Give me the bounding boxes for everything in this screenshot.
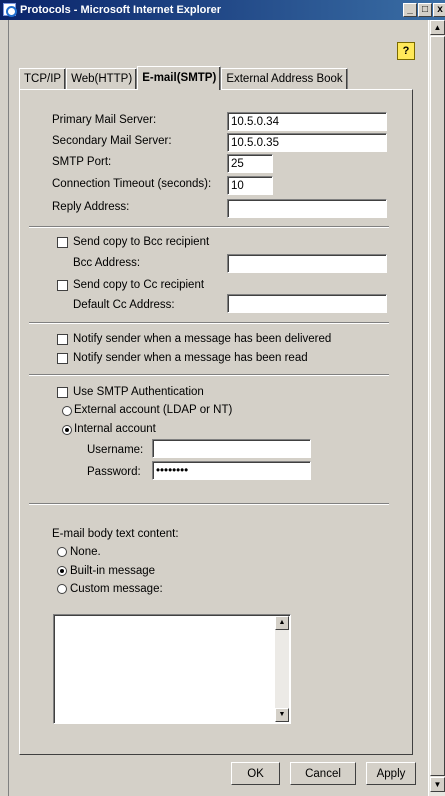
primary-mail-server-input[interactable] (227, 112, 387, 131)
close-button[interactable]: x (433, 3, 445, 17)
cc-copy-checkbox[interactable] (57, 280, 68, 291)
bcc-copy-checkbox[interactable] (57, 237, 68, 248)
password-label: Password: (87, 466, 141, 478)
divider (29, 322, 389, 324)
body-custom-radio[interactable] (57, 584, 67, 594)
bcc-address-input[interactable] (227, 254, 387, 273)
smtp-auth-label: Use SMTP Authentication (73, 386, 204, 398)
external-account-label: External account (LDAP or NT) (74, 404, 233, 416)
bcc-address-label: Bcc Address: (73, 257, 141, 269)
window-frame (0, 20, 9, 796)
connection-timeout-input[interactable] (227, 176, 273, 195)
scroll-down-arrow-icon[interactable]: ▼ (430, 777, 445, 792)
password-input[interactable] (152, 461, 311, 480)
tab-web-http[interactable]: Web(HTTP) (66, 68, 138, 90)
body-builtin-label: Built-in message (70, 565, 156, 577)
smtp-port-label: SMTP Port: (52, 156, 112, 168)
body-custom-label: Custom message: (70, 583, 163, 595)
username-label: Username: (87, 444, 144, 456)
divider (29, 226, 389, 228)
custom-message-textarea[interactable]: ▲ ▼ (53, 614, 291, 724)
apply-button[interactable]: Apply (366, 762, 416, 785)
notify-read-checkbox[interactable] (57, 353, 68, 364)
body-none-label: None. (70, 546, 101, 558)
tab-email-smtp[interactable]: E-mail(SMTP) (137, 66, 222, 90)
page-scrollbar[interactable]: ▲ ▼ (428, 20, 445, 796)
notify-delivered-checkbox[interactable] (57, 334, 68, 345)
body-builtin-radio[interactable] (57, 566, 67, 576)
connection-timeout-label: Connection Timeout (seconds): (52, 178, 212, 190)
minimize-button[interactable]: _ (403, 3, 417, 17)
smtp-auth-checkbox[interactable] (57, 387, 68, 398)
scroll-up-arrow-icon[interactable]: ▲ (275, 616, 289, 630)
cc-copy-label: Send copy to Cc recipient (73, 279, 205, 291)
smtp-port-input[interactable] (227, 154, 273, 173)
cancel-button[interactable]: Cancel (290, 762, 356, 785)
scroll-up-arrow-icon[interactable]: ▲ (430, 20, 445, 35)
default-cc-address-input[interactable] (227, 294, 387, 313)
divider (29, 503, 389, 505)
internal-account-radio[interactable] (62, 425, 72, 435)
scroll-thumb[interactable] (430, 36, 445, 776)
default-cc-address-label: Default Cc Address: (73, 299, 175, 311)
tab-strip: TCP/IP Web(HTTP) E-mail(SMTP) External A… (19, 66, 348, 90)
divider (29, 374, 389, 376)
internet-explorer-icon (3, 3, 17, 17)
secondary-mail-server-input[interactable] (227, 133, 387, 152)
notify-read-label: Notify sender when a message has been re… (73, 352, 308, 364)
internal-account-label: Internal account (74, 423, 156, 435)
reply-address-input[interactable] (227, 199, 387, 218)
tab-tcpip[interactable]: TCP/IP (19, 68, 67, 90)
scroll-down-arrow-icon[interactable]: ▼ (275, 708, 289, 722)
body-none-radio[interactable] (57, 547, 67, 557)
reply-address-label: Reply Address: (52, 201, 130, 213)
tab-external-address-book[interactable]: External Address Book (221, 68, 348, 90)
external-account-radio[interactable] (62, 406, 72, 416)
bcc-copy-label: Send copy to Bcc recipient (73, 236, 210, 248)
help-icon[interactable]: ? (397, 42, 415, 60)
ok-button[interactable]: OK (231, 762, 280, 785)
secondary-mail-server-label: Secondary Mail Server: (52, 135, 172, 147)
username-input[interactable] (152, 439, 311, 458)
notify-delivered-label: Notify sender when a message has been de… (73, 333, 332, 345)
email-body-heading: E-mail body text content: (52, 528, 179, 540)
title-bar: Protocols - Microsoft Internet Explorer … (0, 0, 445, 20)
window-title: Protocols - Microsoft Internet Explorer (20, 4, 222, 16)
restore-button[interactable]: □ (418, 3, 432, 17)
primary-mail-server-label: Primary Mail Server: (52, 114, 157, 126)
textarea-scrollbar[interactable]: ▲ ▼ (275, 616, 289, 722)
